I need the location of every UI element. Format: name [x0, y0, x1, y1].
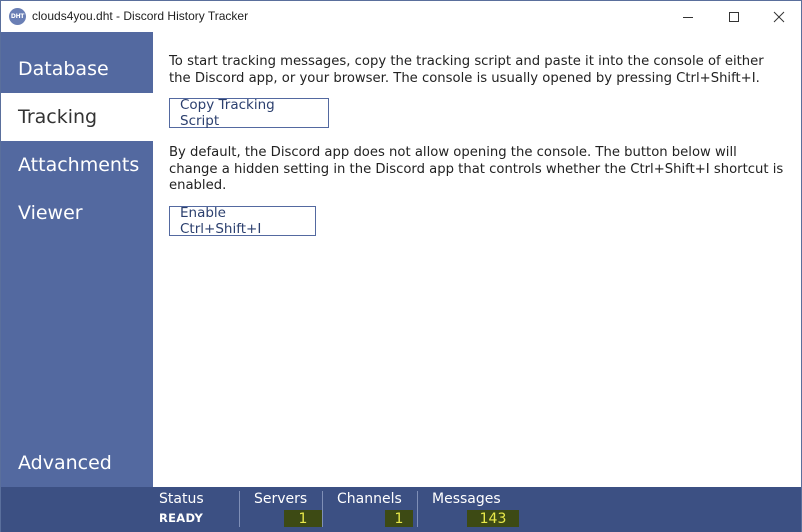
status-divider: [322, 491, 323, 527]
sidebar-item-viewer[interactable]: Viewer: [1, 189, 153, 237]
status-divider: [239, 491, 240, 527]
messages-count: 143: [467, 510, 519, 527]
enable-shortcut-button[interactable]: Enable Ctrl+Shift+I: [169, 205, 316, 237]
app-logo-icon: DHT: [9, 8, 26, 25]
messages-label: Messages: [432, 491, 501, 507]
sidebar-item-attachments[interactable]: Attachments: [1, 141, 153, 189]
status-divider: [417, 491, 418, 527]
minimize-icon: [683, 16, 693, 18]
close-button[interactable]: [756, 1, 802, 32]
sidebar-item-advanced[interactable]: Advanced: [1, 439, 153, 487]
maximize-icon: [729, 11, 739, 22]
shortcut-info-text: By default, the Discord app does not all…: [169, 145, 784, 193]
channels-label: Channels: [337, 491, 402, 507]
status-value: READY: [159, 511, 204, 525]
app-window: DHT clouds4you.dht - Discord History Tra…: [0, 0, 802, 532]
status-label: Status: [159, 491, 204, 507]
close-icon: [773, 11, 785, 22]
window-title: clouds4you.dht - Discord History Tracker: [32, 9, 249, 23]
servers-count: 1: [284, 510, 322, 527]
tracking-panel: To start tracking messages, copy the tra…: [153, 32, 801, 487]
copy-tracking-script-button[interactable]: Copy Tracking Script: [169, 97, 329, 129]
servers-label: Servers: [254, 491, 308, 507]
sidebar-item-database[interactable]: Database: [1, 45, 153, 93]
title-bar[interactable]: DHT clouds4you.dht - Discord History Tra…: [1, 1, 801, 32]
sidebar: Database Tracking Attachments Viewer Adv…: [1, 32, 153, 487]
tracking-intro-text: To start tracking messages, copy the tra…: [169, 54, 764, 86]
minimize-button[interactable]: [665, 1, 711, 32]
maximize-button[interactable]: [711, 1, 757, 32]
status-bar: Status READY Servers 1 Channels 1 Messag…: [1, 487, 801, 532]
sidebar-item-tracking[interactable]: Tracking: [1, 93, 153, 141]
channels-count: 1: [385, 510, 413, 527]
